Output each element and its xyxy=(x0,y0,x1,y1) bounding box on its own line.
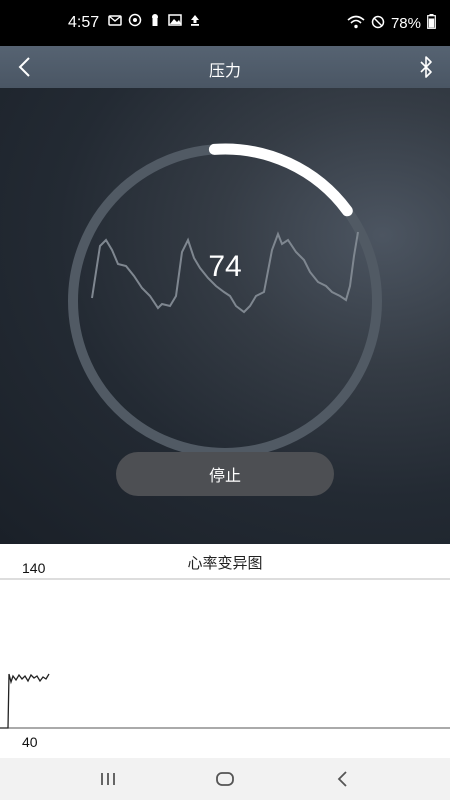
status-right: 78% xyxy=(347,14,436,33)
hrv-chart-title: 心率变异图 xyxy=(187,554,263,572)
hrv-y-min-label: 40 xyxy=(22,734,38,750)
battery-icon xyxy=(427,14,436,33)
hrv-trace xyxy=(0,673,50,729)
page-title: 压力 xyxy=(208,61,241,80)
hrv-plot xyxy=(0,578,450,729)
status-time: 4:57 xyxy=(68,14,100,31)
hrv-chart: 心率变异图 140 40 xyxy=(0,544,450,758)
gauge-progress-arc xyxy=(208,143,353,217)
mail-icon xyxy=(108,13,122,27)
notification-icons xyxy=(108,13,202,27)
title-bar: 压力 xyxy=(0,46,450,88)
status-bar: 4:57 78% xyxy=(0,0,450,46)
wifi-icon xyxy=(347,15,365,33)
image-icon xyxy=(168,13,182,27)
upload-icon xyxy=(188,13,202,27)
stress-gauge xyxy=(68,143,382,458)
keyhole-icon xyxy=(148,13,162,27)
do-not-disturb-icon xyxy=(371,15,385,33)
stress-measurement-panel: 压力 74 停止 xyxy=(0,46,450,544)
gauge-value: 74 xyxy=(208,250,242,283)
sync-icon xyxy=(128,13,142,27)
back-nav-icon[interactable] xyxy=(331,767,355,791)
recent-apps-icon[interactable] xyxy=(96,767,120,791)
system-navigation-bar xyxy=(0,758,450,800)
bluetooth-icon[interactable] xyxy=(414,54,438,80)
home-icon[interactable] xyxy=(213,767,237,791)
stop-button[interactable]: 停止 xyxy=(116,452,334,496)
battery-percent: 78% xyxy=(390,15,421,32)
hrv-y-max-label: 140 xyxy=(22,560,46,576)
